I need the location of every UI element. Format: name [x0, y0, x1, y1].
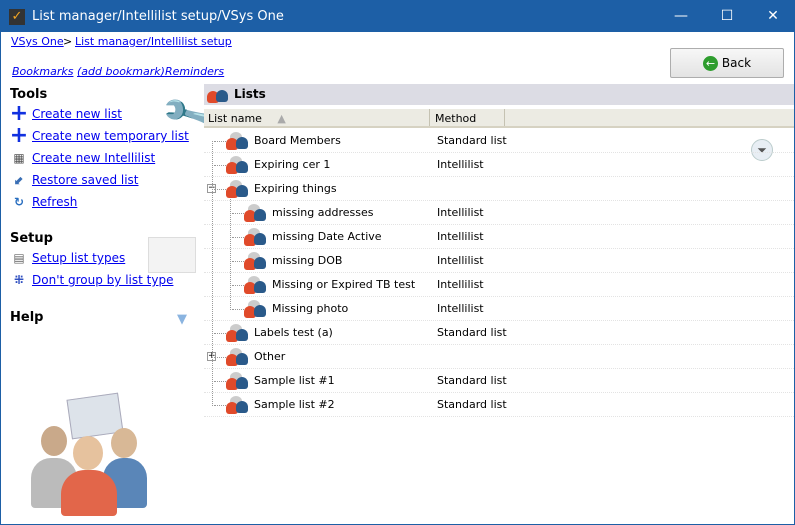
- plus-icon: +: [9, 101, 29, 126]
- bookmarks-link[interactable]: Bookmarks: [12, 65, 73, 78]
- list-method: Intellilist: [437, 230, 484, 243]
- people-illustration: [31, 392, 161, 516]
- breadcrumb-current[interactable]: List manager/Intellilist setup: [75, 35, 232, 48]
- list-row[interactable]: Sample list #1 Standard list: [204, 369, 794, 393]
- col-list-name[interactable]: List name ▲: [204, 109, 430, 126]
- tree-line-child: [230, 199, 231, 310]
- lists-panel-header: Lists: [204, 84, 794, 105]
- restore-icon: ⬋: [13, 173, 25, 187]
- people-icon: [226, 180, 248, 198]
- people-icon: [244, 252, 266, 270]
- list-method: Intellilist: [437, 206, 484, 219]
- list-row[interactable]: Expiring cer 1 Intellilist: [204, 153, 794, 177]
- list-name: Labels test (a): [254, 326, 333, 339]
- list-name: Board Members: [254, 134, 341, 147]
- list-row[interactable]: Sample list #2 Standard list: [204, 393, 794, 417]
- list-name: Expiring cer 1: [254, 158, 331, 171]
- people-icon: [244, 204, 266, 222]
- refresh[interactable]: ↻ Refresh: [9, 193, 77, 211]
- list-row[interactable]: missing DOB Intellilist: [204, 249, 794, 273]
- list-name: missing addresses: [272, 206, 374, 219]
- list-types-icon: ▤: [13, 251, 25, 265]
- list-row[interactable]: Missing photo Intellilist: [204, 297, 794, 321]
- dont-group[interactable]: ⁜ Don't group by list type: [9, 271, 173, 289]
- list-name: Sample list #2: [254, 398, 335, 411]
- create-intellilist[interactable]: ▦ Create new Intellilist: [9, 149, 155, 167]
- list-name: Missing photo: [272, 302, 349, 315]
- create-intellilist-link[interactable]: Create new Intellilist: [32, 151, 155, 165]
- list-row[interactable]: Missing or Expired TB test Intellilist: [204, 273, 794, 297]
- back-arrow-icon: ←: [702, 55, 718, 71]
- people-icon: [207, 85, 229, 103]
- list-method: Intellilist: [437, 278, 484, 291]
- tools-heading: Tools: [10, 87, 48, 102]
- plus-icon: +: [9, 123, 29, 148]
- list-row[interactable]: missing addresses Intellilist: [204, 201, 794, 225]
- list-name: Other: [254, 350, 286, 363]
- reminders-link[interactable]: Reminders: [165, 65, 224, 78]
- setup-list-types[interactable]: ▤ Setup list types: [9, 249, 125, 267]
- tree-line: [212, 141, 213, 406]
- people-icon: [226, 372, 248, 390]
- window-title: List manager/Intellilist setup/VSys One: [32, 9, 284, 24]
- list-method: Intellilist: [437, 158, 484, 171]
- close-button[interactable]: ✕: [750, 1, 795, 32]
- setup-window-icon: [148, 237, 196, 273]
- people-icon: [226, 348, 248, 366]
- create-temp-list[interactable]: + Create new temporary list: [9, 123, 189, 148]
- list-name: Expiring things: [254, 182, 337, 195]
- ungroup-icon: ⁜: [13, 273, 25, 287]
- lists-title: Lists: [234, 87, 266, 101]
- list-method: Standard list: [437, 374, 507, 387]
- maximize-button[interactable]: ☐: [704, 1, 750, 32]
- list-method: Standard list: [437, 134, 507, 147]
- help-expand-icon[interactable]: ▼: [177, 312, 187, 327]
- breadcrumb-separator: >: [63, 35, 73, 48]
- grid-icon: ▦: [13, 151, 25, 165]
- back-label: Back: [721, 56, 752, 70]
- sort-asc-icon: ▲: [277, 112, 286, 125]
- list-row[interactable]: missing Date Active Intellilist: [204, 225, 794, 249]
- minimize-button[interactable]: —: [658, 1, 704, 32]
- list-method: Intellilist: [437, 302, 484, 315]
- people-icon: [226, 396, 248, 414]
- create-new-list-link[interactable]: Create new list: [32, 107, 122, 121]
- dont-group-link[interactable]: Don't group by list type: [32, 273, 173, 287]
- add-bookmark-link[interactable]: (add bookmark): [77, 65, 165, 78]
- list-method: Standard list: [437, 326, 507, 339]
- people-icon: [226, 156, 248, 174]
- people-icon: [226, 132, 248, 150]
- col-method[interactable]: Method: [431, 109, 505, 126]
- people-icon: [244, 276, 266, 294]
- back-button[interactable]: ← Back: [670, 48, 784, 78]
- breadcrumb-root[interactable]: VSys One: [11, 35, 64, 48]
- list-row[interactable]: + Other: [204, 345, 794, 369]
- restore-saved-list[interactable]: ⬋ Restore saved list: [9, 171, 139, 189]
- list-row[interactable]: Labels test (a) Standard list: [204, 321, 794, 345]
- list-row[interactable]: Board Members Standard list: [204, 129, 794, 153]
- list-name: missing Date Active: [272, 230, 382, 243]
- list-method: Intellilist: [437, 254, 484, 267]
- list-name: Sample list #1: [254, 374, 335, 387]
- col-list-name-label: List name: [208, 112, 262, 125]
- people-icon: [226, 324, 248, 342]
- col-method-label: Method: [435, 112, 477, 125]
- refresh-link[interactable]: Refresh: [32, 195, 77, 209]
- setup-list-types-link[interactable]: Setup list types: [32, 251, 125, 265]
- help-heading: Help: [10, 310, 44, 325]
- app-icon: ✓: [9, 9, 25, 25]
- people-icon: [244, 300, 266, 318]
- list-name: Missing or Expired TB test: [272, 278, 416, 291]
- list-name: missing DOB: [272, 254, 343, 267]
- list-row[interactable]: − Expiring things: [204, 177, 794, 201]
- create-temp-list-link[interactable]: Create new temporary list: [32, 129, 189, 143]
- title-bar: ✓ List manager/Intellilist setup/VSys On…: [1, 1, 795, 32]
- column-header: List name ▲ Method: [204, 109, 794, 128]
- restore-link[interactable]: Restore saved list: [32, 173, 139, 187]
- list-method: Standard list: [437, 398, 507, 411]
- refresh-icon: ↻: [13, 195, 25, 209]
- people-icon: [244, 228, 266, 246]
- create-new-list[interactable]: + Create new list: [9, 101, 122, 126]
- setup-heading: Setup: [10, 231, 53, 246]
